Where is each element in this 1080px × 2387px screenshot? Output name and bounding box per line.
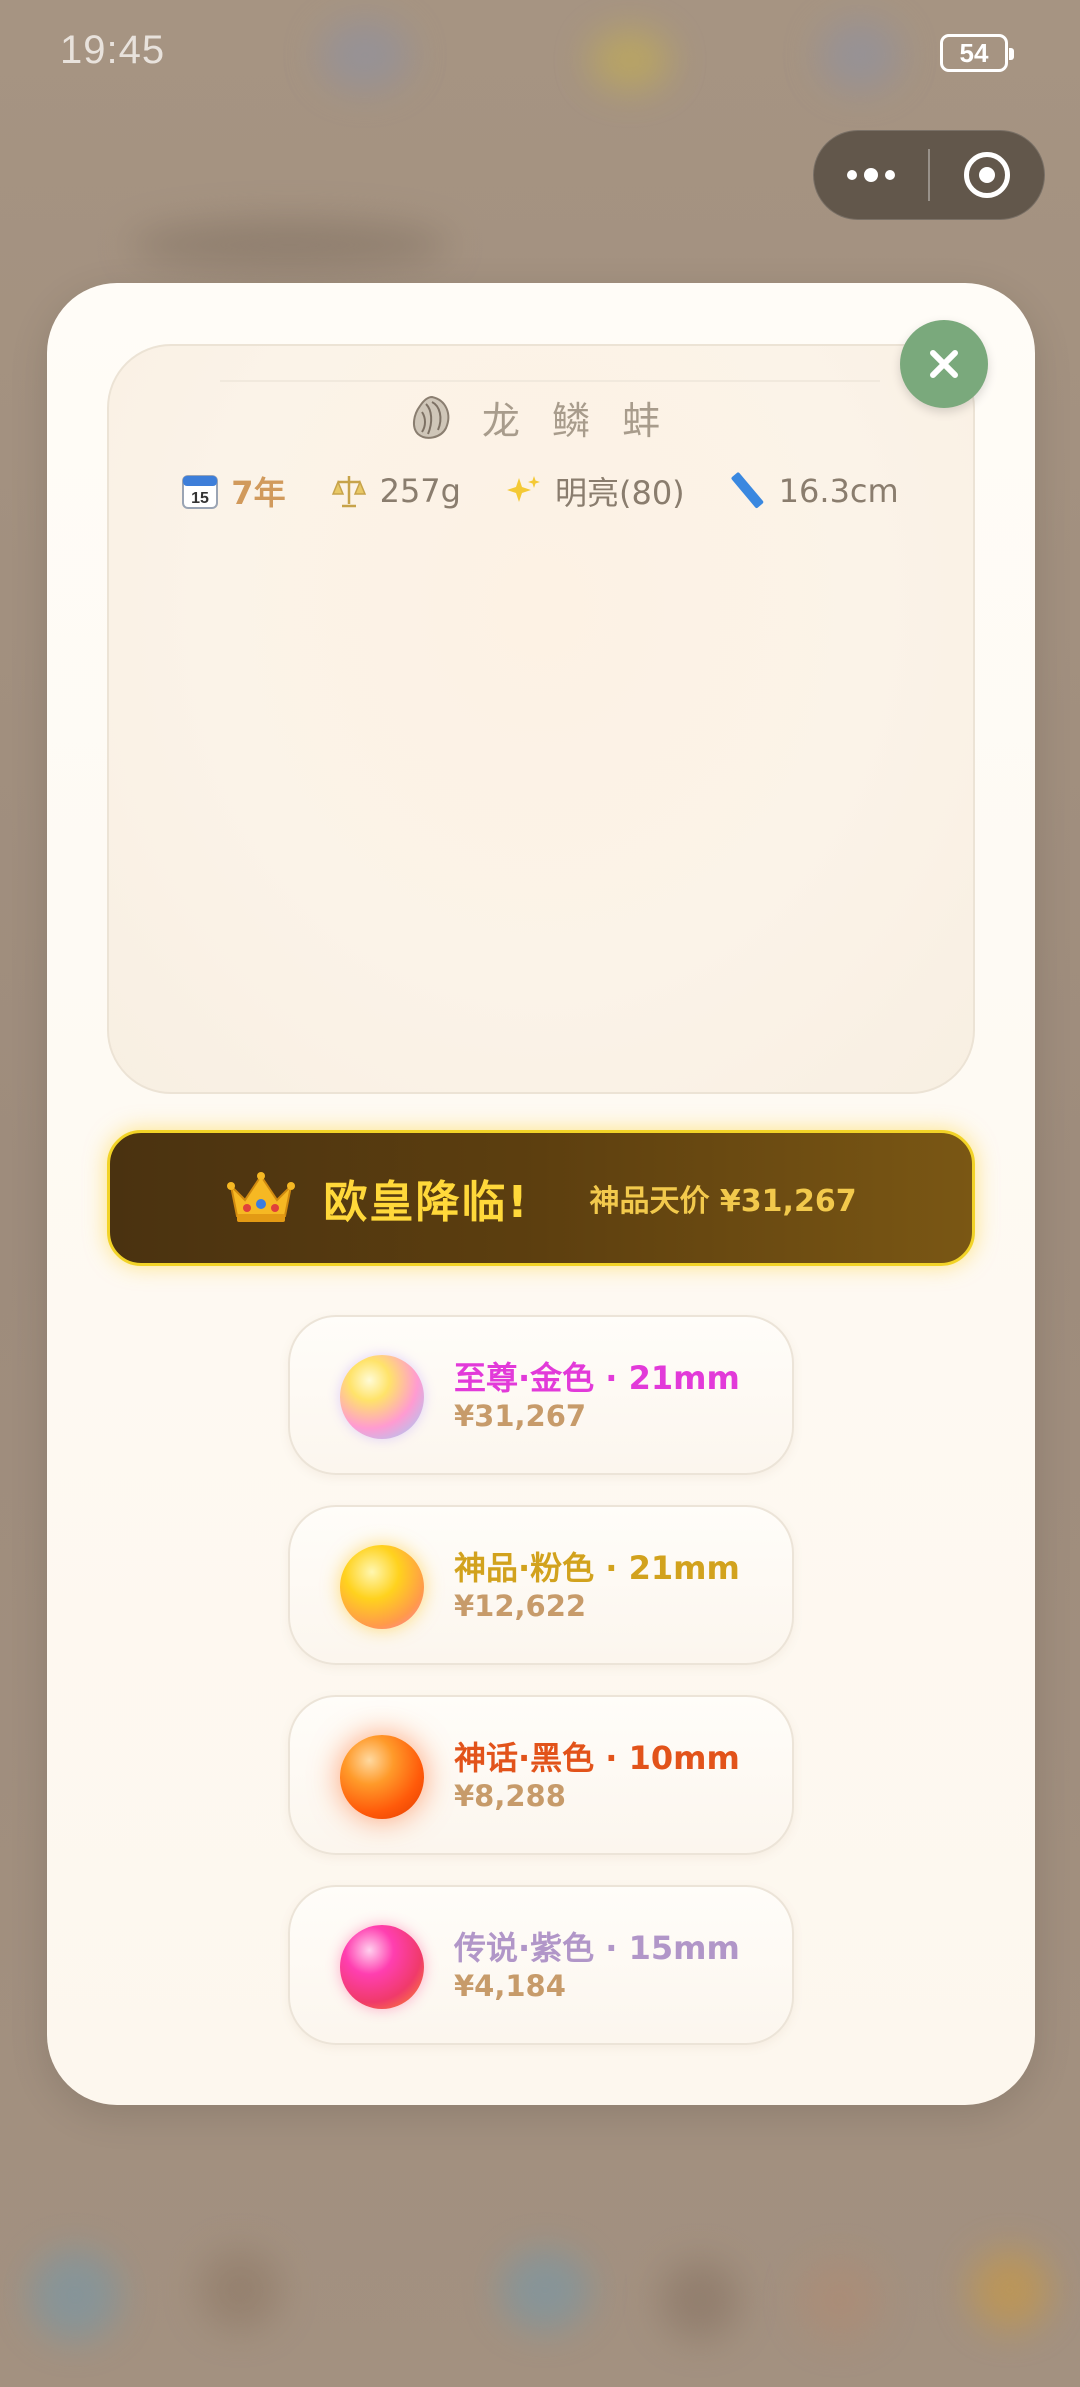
- close-miniprogram-button[interactable]: [930, 130, 1044, 220]
- stat-age: 15 7年: [181, 468, 286, 514]
- bg-blur: [820, 20, 900, 90]
- svg-text:15: 15: [191, 490, 209, 507]
- battery-level: 54: [959, 37, 989, 68]
- bg-blur: [970, 2250, 1050, 2330]
- shell-stats: 15 7年 257g 明亮(80) 16.3cm: [0, 468, 1080, 514]
- banner-price: 神品天价 ¥31,267: [589, 1184, 857, 1219]
- pearl-item: 神品·粉色 · 21mm ¥12,622: [288, 1505, 794, 1665]
- ruler-icon: [731, 472, 763, 508]
- stat-luster-value: 明亮(80): [554, 474, 685, 512]
- pearl-title: 至尊·金色 · 21mm: [454, 1359, 740, 1397]
- sparkles-icon: [506, 476, 540, 502]
- bg-blur: [30, 2250, 120, 2340]
- pearl-price: ¥8,288: [454, 1779, 566, 1813]
- pearl-item: 神话·黑色 · 10mm ¥8,288: [288, 1695, 794, 1855]
- crown-icon: [227, 1172, 296, 1222]
- banner-title: 欧皇降临!: [323, 1177, 530, 1228]
- mini-program-capsule: [813, 130, 1045, 220]
- stat-weight-value: 257g: [379, 472, 461, 510]
- shell-name: 龙 鳞 蚌: [481, 399, 671, 443]
- battery-indicator: 54: [940, 34, 1014, 72]
- pearl-item: 至尊·金色 · 21mm ¥31,267: [288, 1315, 794, 1475]
- oyster-icon: [412, 395, 450, 439]
- shell-info-card: [107, 344, 975, 1094]
- status-time: 19:45: [60, 28, 166, 72]
- pearl-item: 传说·紫色 · 15mm ¥4,184: [288, 1885, 794, 2045]
- pearl-price: ¥12,622: [454, 1589, 587, 1623]
- target-icon: [964, 152, 1010, 198]
- bg-blur: [320, 20, 410, 90]
- shell-header: 龙 鳞 蚌: [0, 390, 1080, 445]
- stat-length-value: 16.3cm: [778, 472, 899, 510]
- pearl-orb: [340, 1925, 424, 2009]
- stat-luster: 明亮(80): [505, 468, 685, 514]
- pearl-orb: [340, 1735, 424, 1819]
- bg-blur: [590, 30, 670, 90]
- bg-blur: [130, 220, 450, 270]
- stat-age-value: 7年: [231, 474, 286, 512]
- bg-blur: [660, 2260, 740, 2340]
- pearl-title: 神品·粉色 · 21mm: [454, 1549, 740, 1587]
- pearl-title: 传说·紫色 · 15mm: [454, 1929, 740, 1967]
- balance-scale-icon: [331, 476, 366, 508]
- more-button[interactable]: [814, 130, 928, 220]
- pearl-orb: [340, 1545, 424, 1629]
- pearl-orb: [340, 1355, 424, 1439]
- pearl-price: ¥31,267: [454, 1399, 587, 1433]
- stat-weight: 257g: [330, 472, 461, 510]
- pearl-title: 神话·黑色 · 10mm: [454, 1739, 740, 1777]
- bg-blur: [800, 2260, 880, 2340]
- calendar-icon: 15: [182, 475, 219, 509]
- stat-length: 16.3cm: [729, 472, 899, 510]
- bg-blur: [500, 2250, 590, 2330]
- jackpot-banner: 欧皇降临! 神品天价 ¥31,267: [107, 1130, 975, 1266]
- bg-blur: [200, 2250, 280, 2330]
- card-divider: [220, 380, 880, 382]
- close-icon: [930, 350, 958, 378]
- more-dots-icon: [847, 168, 895, 182]
- pearl-price: ¥4,184: [454, 1969, 566, 2003]
